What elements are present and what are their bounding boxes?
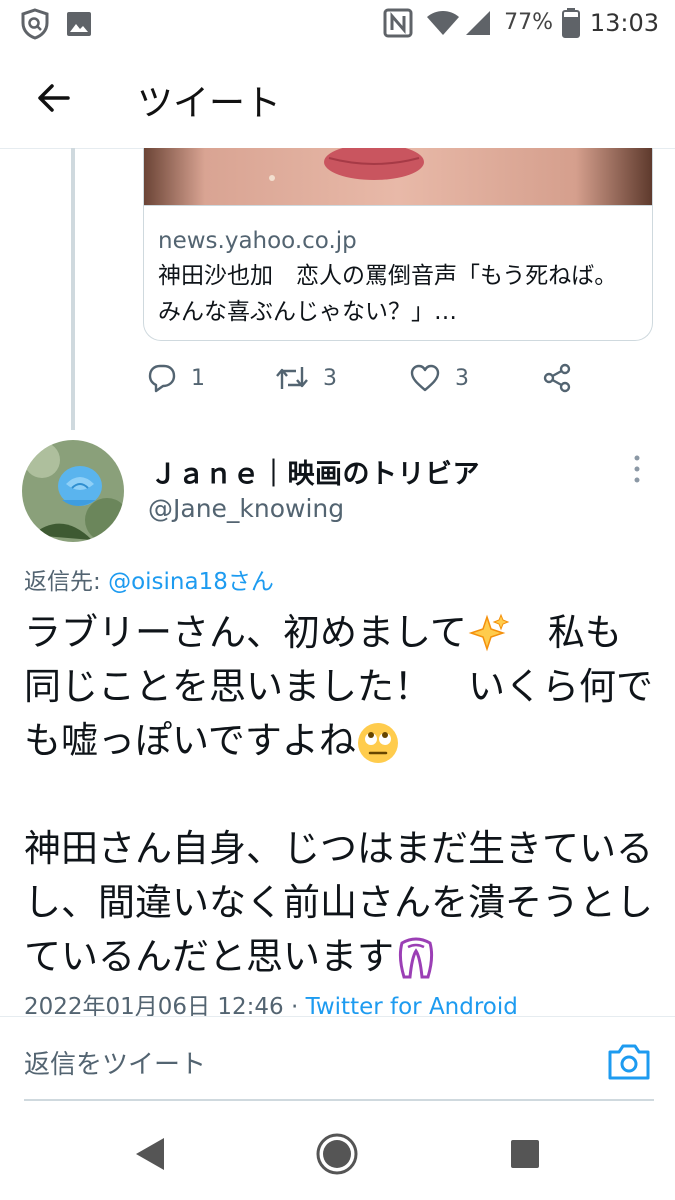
- status-bar: 77% 13:03: [0, 0, 675, 48]
- nav-home-icon[interactable]: [315, 1132, 359, 1176]
- reply-input[interactable]: 返信をツイート: [24, 1044, 206, 1081]
- camera-icon: [608, 1044, 650, 1080]
- reply-to-line: 返信先: @oisina18さん: [24, 562, 274, 596]
- tweet-text-part3: 神田さん自身、じつはまだ生きているし、間違いなく前山さんを潰そうとしているんだと…: [24, 827, 653, 978]
- like-count: 3: [455, 365, 469, 391]
- share-icon: [543, 363, 571, 393]
- tweet-actions: 1 3 3: [143, 356, 643, 400]
- reply-to-mention[interactable]: @oisina18さん: [108, 569, 274, 595]
- more-vertical-icon: [634, 455, 640, 483]
- clock-time: 13:03: [589, 9, 659, 37]
- tweet-text: ラブリーさん、初めまして 私も同じことを思いました！ いくら何でも嘘っぽいですよ…: [24, 606, 656, 984]
- reply-to-label: 返信先:: [24, 569, 109, 595]
- like-button[interactable]: 3: [409, 362, 469, 394]
- face-rolling-eyes-icon: [357, 722, 398, 763]
- signal-icon: [466, 11, 490, 35]
- nav-recents-icon[interactable]: [510, 1139, 540, 1169]
- link-preview-body: news.yahoo.co.jp 神田沙也加 恋人の罵倒音声「もう死ねば。みんな…: [144, 205, 652, 340]
- tweet-text-part1: ラブリーさん、初めまして: [24, 611, 467, 654]
- user-handle[interactable]: @Jane_knowing: [148, 494, 344, 523]
- android-nav-bar: [0, 1108, 675, 1200]
- display-name[interactable]: Ｊａｎｅ｜映画のトリビア: [150, 452, 480, 491]
- battery-percent: 77%: [504, 10, 553, 35]
- link-domain: news.yahoo.co.jp: [158, 228, 357, 254]
- divider: [0, 1016, 675, 1017]
- arrow-left-icon: [38, 84, 70, 112]
- avatar[interactable]: [22, 440, 124, 542]
- sparkles-icon: [468, 613, 510, 651]
- share-button[interactable]: [541, 362, 573, 394]
- link-title: 神田沙也加 恋人の罵倒音声「もう死ねば。みんな喜ぶんじゃない？」…: [158, 263, 618, 325]
- thread-connector-line: [71, 148, 75, 430]
- nav-back-icon[interactable]: [134, 1136, 168, 1172]
- app-header: ツイート: [0, 48, 675, 149]
- wifi-icon: [427, 11, 459, 35]
- nfc-icon: [383, 8, 413, 38]
- shield-search-icon: [21, 8, 49, 40]
- more-options-button[interactable]: [630, 454, 644, 484]
- crying-face-icon: [398, 937, 434, 978]
- heart-icon: [410, 364, 440, 392]
- reply-underline: [24, 1099, 654, 1101]
- back-button[interactable]: [28, 76, 78, 120]
- reply-icon: [148, 364, 176, 393]
- battery-icon: [562, 8, 580, 38]
- retweet-count: 3: [323, 365, 337, 391]
- retweet-button[interactable]: 3: [275, 362, 337, 394]
- page-title: ツイート: [137, 83, 282, 124]
- link-preview-image: [144, 148, 652, 205]
- reply-button[interactable]: 1: [147, 362, 205, 394]
- camera-button[interactable]: [606, 1042, 652, 1082]
- link-preview-card[interactable]: news.yahoo.co.jp 神田沙也加 恋人の罵倒音声「もう死ねば。みんな…: [143, 148, 653, 341]
- image-icon: [67, 12, 91, 36]
- retweet-icon: [276, 367, 308, 389]
- reply-count: 1: [191, 365, 205, 391]
